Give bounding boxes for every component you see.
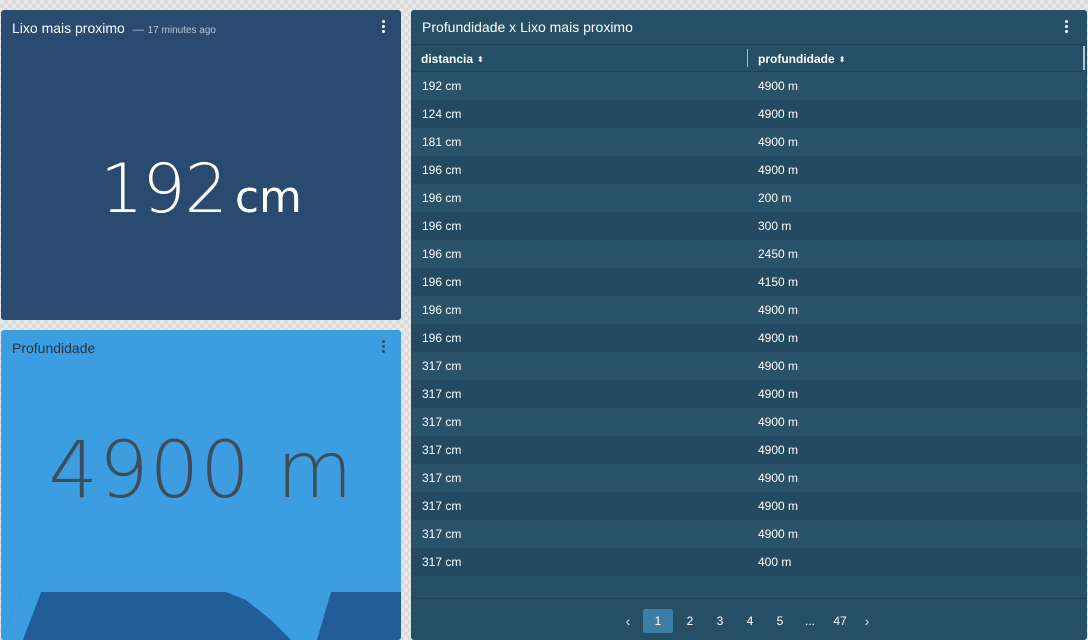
column-resize-handle[interactable] — [747, 49, 748, 67]
table-scrollbar[interactable] — [1083, 46, 1085, 70]
cell-distancia: 196 cm — [422, 247, 462, 261]
table-row: 317 cm 4900 m — [411, 492, 1083, 520]
nearest-card-menu-icon[interactable] — [382, 20, 386, 33]
cell-profundidade: 4900 m — [758, 163, 799, 177]
cell-profundidade: 4150 m — [758, 275, 799, 289]
cell-distancia: 192 cm — [422, 79, 462, 93]
cell-profundidade: 2450 m — [758, 247, 799, 261]
cell-distancia: 317 cm — [422, 415, 462, 429]
table-row: 124 cm 4900 m — [411, 100, 1083, 128]
cell-distancia: 196 cm — [422, 219, 462, 233]
table-row: 196 cm 4900 m — [411, 324, 1083, 352]
cell-distancia: 317 cm — [422, 527, 462, 541]
prev-page-icon[interactable]: ‹ — [616, 609, 640, 633]
nearest-distance-number: 192 — [100, 150, 228, 229]
page-button-2[interactable]: 2 — [678, 609, 702, 633]
table-row: 196 cm 2450 m — [411, 240, 1083, 268]
table-row: 317 cm 4900 m — [411, 436, 1083, 464]
table-pagination: ‹ 1 2 3 4 5... 47 › — [411, 598, 1087, 640]
cell-profundidade: 4900 m — [758, 443, 799, 457]
column-header-profundidade-label: profundidade — [758, 52, 835, 66]
cell-distancia: 196 cm — [422, 331, 462, 345]
cell-distancia: 317 cm — [422, 555, 462, 569]
cell-profundidade: 4900 m — [758, 387, 799, 401]
cell-distancia: 196 cm — [422, 275, 462, 289]
table-body: 192 cm 4900 m 124 cm 4900 m 181 cm 4900 m 196 … — [411, 72, 1083, 576]
table-row: 192 cm 4900 m — [411, 72, 1083, 100]
table-row: 196 cm 4150 m — [411, 268, 1083, 296]
title-separator: — — [132, 24, 144, 36]
table-row: 317 cm 4900 m — [411, 352, 1083, 380]
table-row: 196 cm 4900 m — [411, 296, 1083, 324]
table-row: 181 cm 4900 m — [411, 128, 1083, 156]
column-header-profundidade[interactable]: profundidade ⬍ — [758, 52, 845, 66]
nearest-trash-card: Lixo mais proximo — 17 minutes ago 192 cm — [1, 10, 401, 320]
table-row: 196 cm 300 m — [411, 212, 1083, 240]
table-card-title: Profundidade x Lixo mais proximo — [422, 19, 633, 35]
cell-profundidade: 300 m — [758, 219, 792, 233]
table-row: 317 cm 400 m — [411, 548, 1083, 576]
page-button-1[interactable]: 1 — [643, 609, 673, 633]
page-button-47[interactable]: 47 — [828, 609, 852, 633]
cell-distancia: 196 cm — [422, 163, 462, 177]
table-card-menu-icon[interactable] — [1065, 20, 1069, 33]
sort-icon[interactable]: ⬍ — [839, 56, 846, 64]
depth-card: Profundidade 4900 m — [1, 330, 401, 640]
cell-profundidade: 4900 m — [758, 331, 799, 345]
nearest-distance-value: 192 cm — [1, 150, 401, 229]
page-button-4[interactable]: 4 — [738, 609, 762, 633]
cell-distancia: 181 cm — [422, 135, 462, 149]
depth-value: 4900 m — [48, 426, 354, 516]
page-button-5[interactable]: 5 — [768, 609, 792, 633]
cell-distancia: 317 cm — [422, 387, 462, 401]
table-row: 317 cm 4900 m — [411, 380, 1083, 408]
cell-distancia: 317 cm — [422, 499, 462, 513]
column-header-distancia-label: distancia — [421, 52, 474, 66]
last-updated-text: 17 minutes ago — [147, 25, 216, 36]
next-page-icon[interactable]: › — [855, 609, 879, 633]
cell-distancia: 317 cm — [422, 359, 462, 373]
table-row: 317 cm 4900 m — [411, 464, 1083, 492]
cell-distancia: 124 cm — [422, 107, 462, 121]
cell-profundidade: 400 m — [758, 555, 792, 569]
cell-profundidade: 4900 m — [758, 79, 799, 93]
nearest-card-title: Lixo mais proximo — 17 minutes ago — [12, 20, 216, 36]
table-row: 317 cm 4900 m — [411, 408, 1083, 436]
page-ellipsis: ... — [804, 614, 815, 628]
cell-profundidade: 4900 m — [758, 359, 799, 373]
cell-distancia: 196 cm — [422, 303, 462, 317]
cell-profundidade: 4900 m — [758, 303, 799, 317]
cell-distancia: 196 cm — [422, 191, 462, 205]
nearest-distance-unit: cm — [234, 172, 302, 223]
cell-profundidade: 4900 m — [758, 527, 799, 541]
column-header-distancia[interactable]: distancia ⬍ — [421, 52, 484, 66]
cell-profundidade: 4900 m — [758, 415, 799, 429]
depth-card-menu-icon[interactable] — [382, 340, 386, 353]
sort-icon[interactable]: ⬍ — [477, 56, 484, 64]
table-row: 196 cm 200 m — [411, 184, 1083, 212]
table-row: 317 cm 4900 m — [411, 520, 1083, 548]
nearest-card-title-text: Lixo mais proximo — [12, 20, 125, 36]
cell-distancia: 317 cm — [422, 471, 462, 485]
table-header: distancia ⬍ profundidade ⬍ — [411, 44, 1083, 72]
cell-distancia: 317 cm — [422, 443, 462, 457]
depth-vs-nearest-table-card: Profundidade x Lixo mais proximo distanc… — [411, 10, 1087, 640]
cell-profundidade: 200 m — [758, 191, 792, 205]
cell-profundidade: 4900 m — [758, 107, 799, 121]
table-row: 196 cm 4900 m — [411, 156, 1083, 184]
cell-profundidade: 4900 m — [758, 135, 799, 149]
cell-profundidade: 4900 m — [758, 499, 799, 513]
depth-wave-shape — [1, 592, 401, 640]
page-button-3[interactable]: 3 — [708, 609, 732, 633]
depth-card-title: Profundidade — [12, 340, 96, 356]
cell-profundidade: 4900 m — [758, 471, 799, 485]
